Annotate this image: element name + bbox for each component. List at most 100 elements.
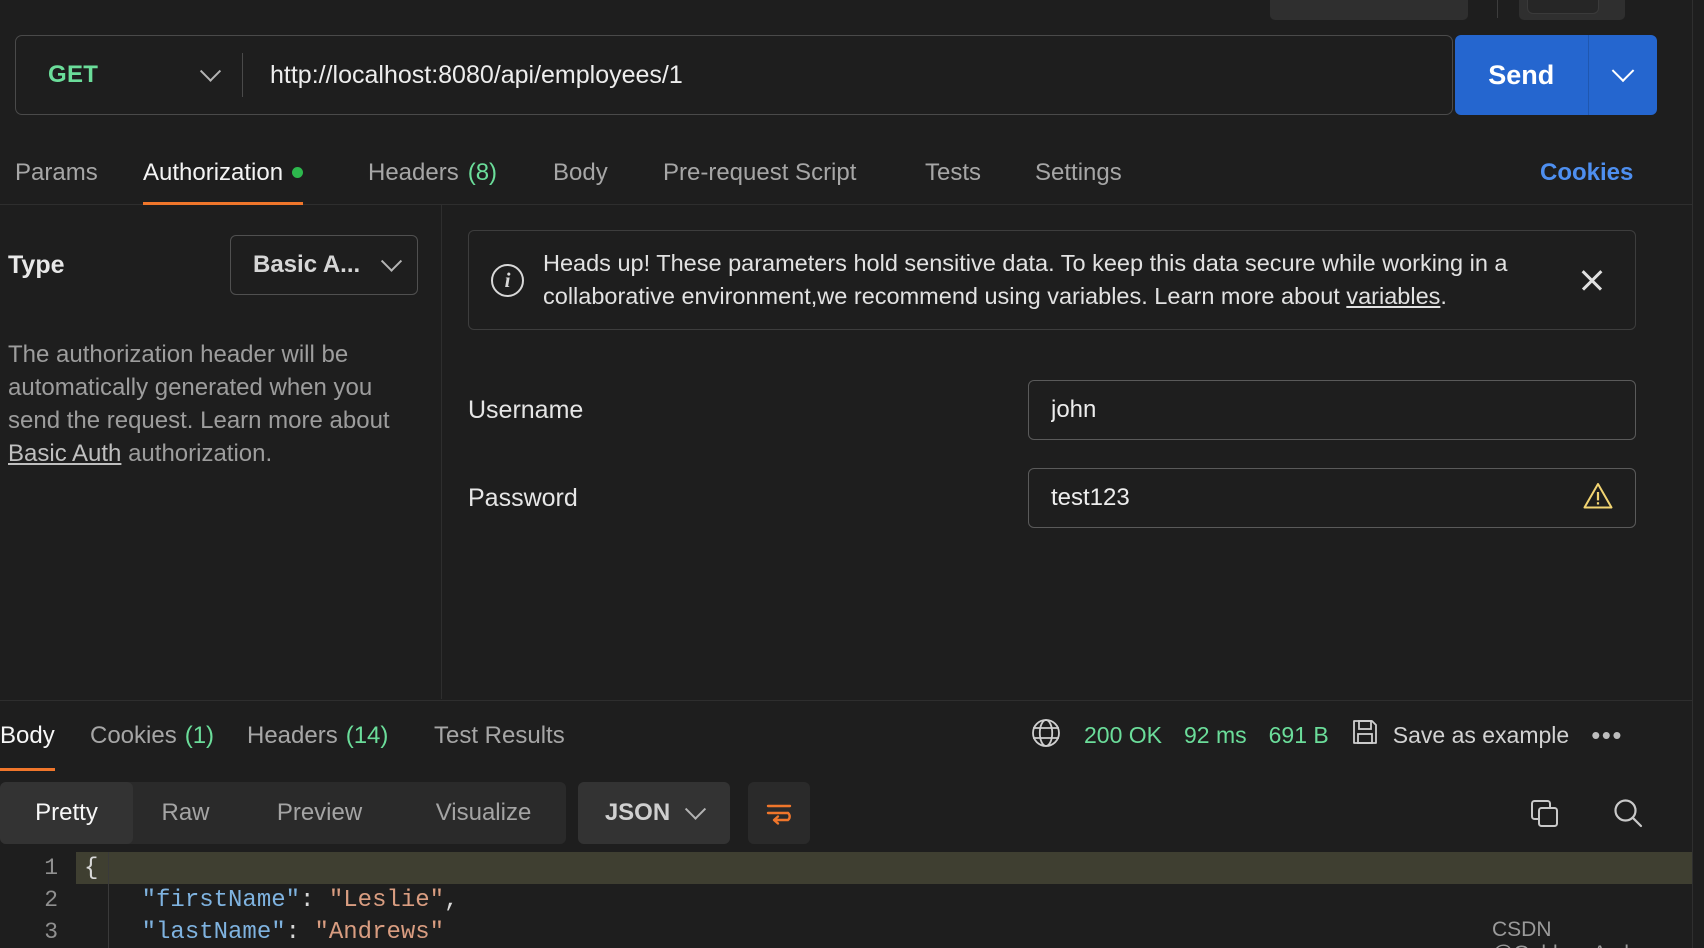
response-meta: 200 OK 92 ms 691 B Save as example ••• xyxy=(1030,700,1623,770)
warning-icon[interactable] xyxy=(1583,482,1613,514)
response-tab-test-results[interactable]: Test Results xyxy=(434,701,565,771)
request-tab-label: Tests xyxy=(925,158,982,186)
top-toolbar-chip-left xyxy=(1270,0,1468,20)
save-as-example-button[interactable]: Save as example xyxy=(1351,718,1569,752)
basic-auth-link[interactable]: Basic Auth xyxy=(8,440,121,467)
globe-icon xyxy=(1030,717,1062,754)
response-body-code[interactable]: 1{2 "firstName": "Leslie", 3 "lastName": … xyxy=(0,852,1692,948)
top-toolbar-divider xyxy=(1497,0,1498,18)
view-mode-pretty[interactable]: Pretty xyxy=(0,782,133,844)
send-button-group: Send xyxy=(1455,35,1657,115)
request-tab-authorization[interactable]: Authorization xyxy=(143,140,304,205)
response-tab-cookies[interactable]: Cookies (1) xyxy=(90,701,214,771)
auth-type-select[interactable]: Basic A... xyxy=(230,235,418,295)
password-row: Password xyxy=(468,468,1636,528)
top-strip xyxy=(0,0,1704,22)
username-label: Username xyxy=(468,395,584,424)
chevron-down-icon xyxy=(380,250,403,272)
response-status: 200 OK xyxy=(1084,721,1162,748)
chevron-down-icon xyxy=(199,60,222,82)
url-input[interactable] xyxy=(243,36,1452,114)
save-icon xyxy=(1351,718,1379,752)
cookies-link[interactable]: Cookies xyxy=(1540,140,1633,205)
sensitive-data-banner: i Heads up! These parameters hold sensit… xyxy=(468,230,1636,330)
view-mode-label: Pretty xyxy=(35,799,98,826)
request-tab-label: Authorization xyxy=(143,158,284,186)
view-mode-visualize[interactable]: Visualize xyxy=(401,782,566,844)
password-field-box xyxy=(1028,468,1636,528)
auth-type-label: Type xyxy=(8,250,65,279)
copy-button[interactable] xyxy=(1516,782,1572,844)
code-token: { xyxy=(84,854,99,882)
auth-type-row: Type Basic A... xyxy=(8,235,418,295)
response-tab-count: (14) xyxy=(345,722,389,749)
right-panel-edge xyxy=(1692,0,1693,948)
request-tab-count: (8) xyxy=(467,158,498,186)
view-mode-label: Preview xyxy=(276,799,363,826)
password-input[interactable] xyxy=(1051,484,1613,512)
wrap-lines-button[interactable] xyxy=(748,782,810,844)
save-as-example-label: Save as example xyxy=(1392,721,1570,748)
code-line: 1{ xyxy=(0,852,1692,884)
code-token: "lastName" xyxy=(141,918,286,946)
view-mode-label: Visualize xyxy=(435,799,532,826)
view-mode-preview[interactable]: Preview xyxy=(238,782,401,844)
request-tab-headers[interactable]: Headers (8) xyxy=(368,140,497,205)
variables-link[interactable]: variables xyxy=(1346,283,1440,309)
auth-right-pane: i Heads up! These parameters hold sensit… xyxy=(443,205,1692,699)
send-button[interactable]: Send xyxy=(1455,35,1588,115)
code-line-text[interactable]: "firstName": "Leslie", xyxy=(76,884,1692,916)
code-line: 2 "firstName": "Leslie", xyxy=(0,884,1692,916)
response-tab-headers[interactable]: Headers (14) xyxy=(247,701,388,771)
method-dropdown[interactable]: GET xyxy=(16,36,242,114)
format-select[interactable]: JSON xyxy=(578,782,730,844)
username-row: Username xyxy=(468,380,1636,440)
active-tab-underline xyxy=(0,767,55,771)
auth-description-part1: The authorization header will be automat… xyxy=(8,341,390,435)
code-line-text[interactable]: "lastName": "Andrews" xyxy=(76,916,1692,948)
code-token: "firstName" xyxy=(141,886,301,914)
code-token: : xyxy=(300,886,329,914)
auth-type-value: Basic A... xyxy=(253,251,361,278)
code-token: : xyxy=(285,918,315,946)
request-tab-body[interactable]: Body xyxy=(553,140,608,205)
request-tab-label: Pre-request Script xyxy=(663,158,857,186)
request-tab-label: Body xyxy=(553,158,608,186)
body-toolbar: Pretty Raw Preview Visualize JSON xyxy=(0,782,1692,844)
watermark: CSDN @GoldenaArcher xyxy=(1492,918,1655,948)
url-bar: GET xyxy=(15,35,1453,115)
view-mode-label: Raw xyxy=(161,799,210,826)
code-token: , xyxy=(444,886,459,914)
line-number: 1 xyxy=(44,855,58,881)
request-tab-label: Settings xyxy=(1035,158,1122,186)
banner-text-part2: . xyxy=(1440,283,1447,309)
line-number: 2 xyxy=(44,887,58,913)
view-mode-segment: Pretty Raw Preview Visualize xyxy=(0,782,566,844)
code-token: "Leslie" xyxy=(328,886,445,914)
request-tab-label: Headers xyxy=(368,158,459,186)
response-more-button[interactable]: ••• xyxy=(1591,720,1623,751)
chevron-down-icon xyxy=(685,798,707,820)
request-tab-settings[interactable]: Settings xyxy=(1035,140,1122,205)
method-label: GET xyxy=(48,61,99,88)
request-tab-pre-request-script[interactable]: Pre-request Script xyxy=(663,140,856,205)
response-tab-body[interactable]: Body xyxy=(0,701,55,771)
code-gutter-divider xyxy=(108,852,109,948)
code-line-text[interactable]: { xyxy=(76,852,1692,884)
response-tab-label: Cookies xyxy=(90,722,177,749)
response-tab-count: (1) xyxy=(184,722,215,749)
response-time: 92 ms xyxy=(1184,721,1247,748)
search-button[interactable] xyxy=(1600,782,1656,844)
send-options-button[interactable] xyxy=(1589,35,1657,115)
request-tab-params[interactable]: Params xyxy=(15,140,98,205)
auth-left-pane: Type Basic A... The authorization header… xyxy=(0,205,442,699)
request-tab-tests[interactable]: Tests xyxy=(925,140,981,205)
close-banner-button[interactable] xyxy=(1571,267,1613,293)
view-mode-raw[interactable]: Raw xyxy=(133,782,238,844)
request-tab-bar: Params Authorization Headers (8) Body Pre-req… xyxy=(0,140,1692,205)
username-input[interactable] xyxy=(1051,396,1613,424)
username-field-box xyxy=(1028,380,1636,440)
top-toolbar-chip-inner xyxy=(1527,0,1599,14)
response-tab-label: Headers xyxy=(247,722,338,749)
line-number: 3 xyxy=(44,919,58,945)
